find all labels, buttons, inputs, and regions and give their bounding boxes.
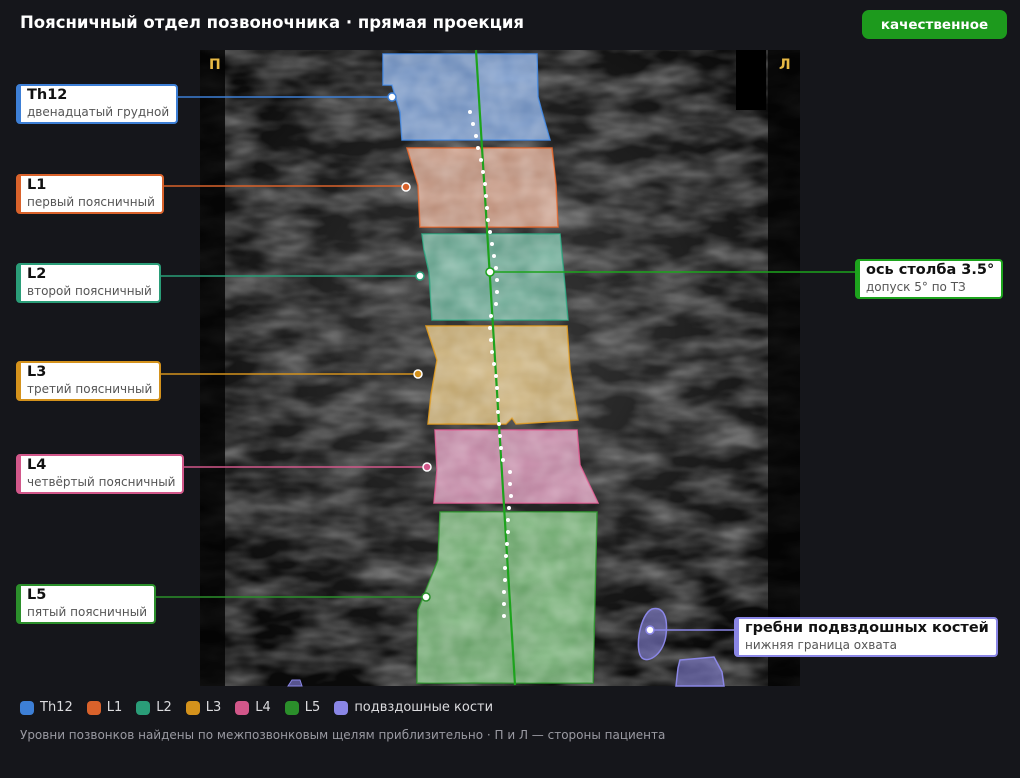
quality-badge[interactable]: качественное — [862, 10, 1007, 39]
legend-swatch — [86, 700, 101, 715]
legend: Th12 L1 L2 L3 L4 L5 подвздошные кости — [20, 700, 493, 715]
label-l3-name: третий поясничный — [27, 382, 153, 396]
legend-item-th12[interactable]: Th12 — [20, 700, 73, 715]
spine-axis-angle: ось столба 3.5° — [866, 262, 995, 278]
legend-swatch — [185, 700, 200, 715]
label-l2-name: второй поясничный — [27, 284, 152, 298]
label-th12-name: двенадцатый грудной — [27, 105, 170, 119]
legend-swatch — [334, 700, 349, 715]
legend-swatch — [136, 700, 151, 715]
iliac-crests-note: нижняя граница охвата — [745, 638, 898, 652]
label-l4-code: L4 — [27, 457, 47, 473]
label-l2-code: L2 — [27, 266, 47, 282]
label-l5-name: пятый поясничный — [27, 605, 147, 619]
xray-texture — [200, 50, 800, 686]
legend-item-l5[interactable]: L5 — [284, 700, 321, 715]
label-l1[interactable]: L1 первый поясничный — [16, 174, 164, 214]
label-l3-code: L3 — [27, 364, 47, 380]
legend-item-l3[interactable]: L3 — [185, 700, 222, 715]
spine-axis-tolerance: допуск 5° по ТЗ — [866, 280, 966, 294]
label-iliac-crests[interactable]: гребни подвздошных костей нижняя граница… — [734, 617, 998, 657]
label-l5-code: L5 — [27, 587, 47, 603]
label-l4-name: четвёртый поясничный — [27, 475, 176, 489]
label-l5[interactable]: L5 пятый поясничный — [16, 584, 156, 624]
legend-label: L1 — [106, 700, 123, 715]
label-l1-name: первый поясничный — [27, 195, 155, 209]
legend-label: L5 — [304, 700, 321, 715]
legend-swatch — [235, 700, 250, 715]
page-title: Поясничный отдел позвоночника · прямая п… — [20, 13, 524, 32]
legend-label: Th12 — [40, 700, 73, 715]
footnote: Уровни позвонков найдены по межпозвонков… — [20, 728, 666, 742]
label-l1-code: L1 — [27, 177, 47, 193]
patient-right-marker: П — [209, 57, 221, 73]
legend-label: L2 — [156, 700, 172, 715]
legend-item-l1[interactable]: L1 — [86, 700, 123, 715]
xray-image — [200, 50, 800, 686]
legend-swatch — [284, 700, 299, 715]
label-th12-code: Th12 — [27, 87, 68, 103]
legend-item-l4[interactable]: L4 — [235, 700, 271, 715]
label-th12[interactable]: Th12 двенадцатый грудной — [16, 84, 179, 124]
label-l3[interactable]: L3 третий поясничный — [16, 361, 162, 401]
iliac-crests-title: гребни подвздошных костей — [745, 620, 989, 636]
label-l2[interactable]: L2 второй поясничный — [16, 263, 161, 303]
legend-swatch — [20, 700, 34, 715]
legend-label: L4 — [255, 700, 271, 715]
legend-item-iliac[interactable]: подвздошные кости — [334, 700, 493, 715]
label-l4[interactable]: L4 четвёртый поясничный — [16, 454, 185, 494]
legend-label: L3 — [205, 700, 222, 715]
legend-label: подвздошные кости — [354, 700, 494, 715]
patient-left-marker: Л — [779, 57, 791, 73]
label-spine-axis[interactable]: ось столба 3.5° допуск 5° по ТЗ — [855, 259, 1004, 299]
legend-item-l2[interactable]: L2 — [136, 700, 172, 715]
